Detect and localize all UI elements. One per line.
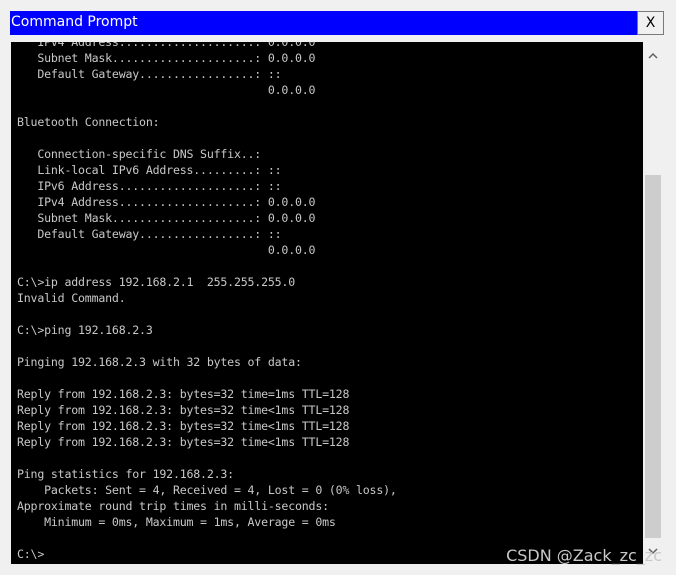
watermark-text: CSDN @Zack_zc_zc: [506, 546, 662, 565]
close-button[interactable]: X: [637, 11, 664, 35]
console-text: IPv4 Address....................: 0.0.0.…: [17, 42, 397, 561]
title-bar[interactable]: Command Prompt X: [10, 11, 664, 35]
command-prompt-window: Command Prompt X IPv4 Address...........…: [0, 0, 676, 575]
console-output-area[interactable]: IPv4 Address....................: 0.0.0.…: [11, 42, 643, 564]
scroll-up-button[interactable]: [643, 42, 663, 68]
window-title: Command Prompt: [11, 14, 138, 30]
vertical-scrollbar[interactable]: [643, 42, 663, 564]
scroll-thumb[interactable]: [645, 175, 661, 538]
chevron-up-icon: [648, 52, 658, 59]
